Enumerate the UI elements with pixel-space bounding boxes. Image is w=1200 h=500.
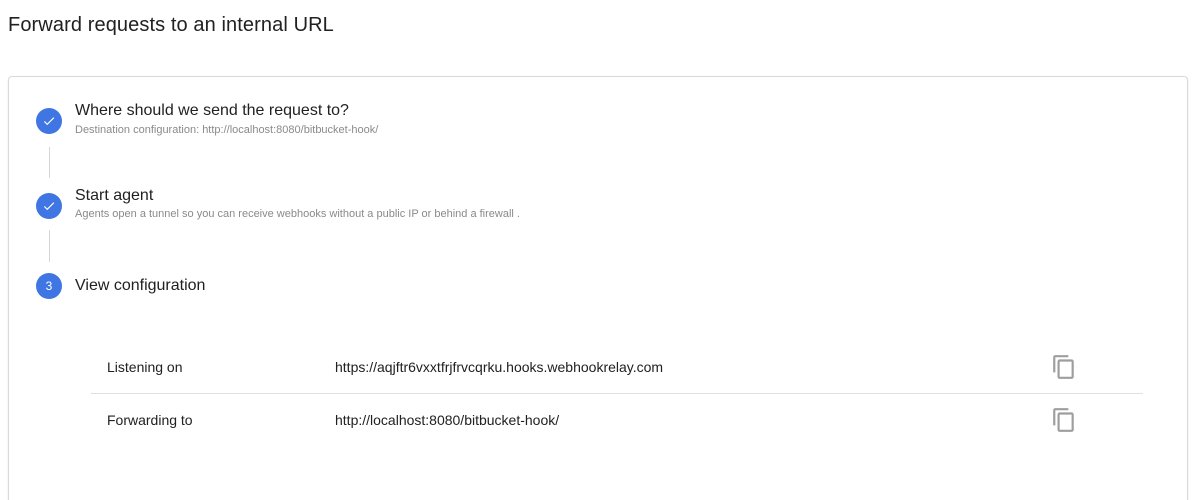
config-label: Forwarding to [107,412,193,428]
step-subtitle: Agents open a tunnel so you can receive … [75,208,520,220]
check-icon [36,193,62,219]
copy-icon[interactable] [1051,407,1077,433]
page: Forward requests to an internal URL Wher… [0,0,1200,500]
step-title: Start agent [75,187,154,204]
copy-icon[interactable] [1051,354,1077,380]
check-icon [36,108,62,134]
step-number-badge: 3 [36,273,62,299]
config-row-listening: Listening on https://aqjftr6vxxtfrjfrvcq… [91,341,1143,394]
config-row-forwarding: Forwarding to http://localhost:8080/bitb… [91,394,1143,446]
step-title: View configuration [75,277,206,294]
page-title: Forward requests to an internal URL [8,14,334,36]
step-subtitle: Destination configuration: http://localh… [75,124,379,136]
step-title: Where should we send the request to? [75,102,349,119]
step-connector [49,147,50,178]
config-value: https://aqjftr6vxxtfrjfrvcqrku.hooks.web… [335,359,664,375]
config-value: http://localhost:8080/bitbucket-hook/ [335,412,560,428]
stepper-card: Where should we send the request to? Des… [8,76,1188,500]
config-label: Listening on [107,359,183,375]
step-connector [49,230,50,262]
